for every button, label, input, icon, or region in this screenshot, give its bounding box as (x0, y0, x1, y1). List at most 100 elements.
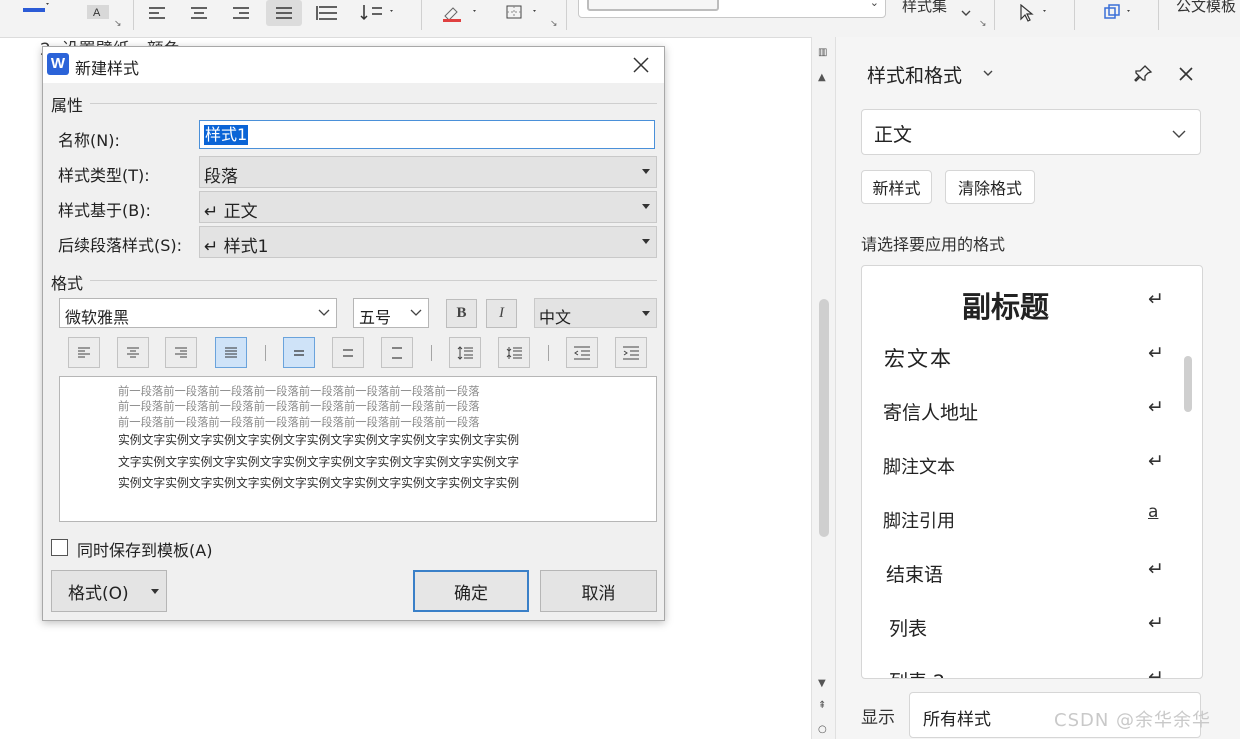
font-name-combo[interactable]: 微软雅黑 (59, 298, 337, 328)
show-label: 显示 (861, 708, 895, 728)
style-type-select[interactable]: 段落 (199, 156, 657, 188)
format-menu-button[interactable]: 格式(O) (51, 570, 167, 612)
style-set-button[interactable]: 样式集 (902, 0, 947, 16)
save-to-template-label[interactable]: 同时保存到模板(A) (77, 537, 212, 561)
style-item[interactable]: 脚注文本 (883, 453, 955, 479)
name-label: 名称(N): (58, 131, 120, 150)
styles-formatting-pane: 样式和格式 正文 新样式 清除格式 请选择要应用的格式 副标题 ↵ 宏文本 ↵ … (836, 37, 1240, 739)
based-on-select[interactable]: ↵ 正文 (199, 191, 657, 223)
align-left-button[interactable] (144, 0, 170, 26)
cancel-button[interactable]: 取消 (540, 570, 657, 612)
align-right-button[interactable] (165, 337, 197, 368)
dropdown-arrow-icon (151, 589, 159, 594)
ok-button[interactable]: 确定 (413, 570, 529, 612)
apply-format-hint: 请选择要应用的格式 (861, 235, 1006, 254)
ribbon-separator (1158, 0, 1159, 30)
previous-page-icon[interactable]: ⇞ (818, 701, 826, 711)
single-spacing-button[interactable] (283, 337, 315, 368)
italic-button[interactable]: I (486, 299, 517, 328)
justify-button[interactable] (215, 337, 247, 368)
one-half-spacing-button[interactable] (332, 337, 364, 368)
justify-button[interactable] (266, 0, 302, 26)
svg-text:A: A (93, 7, 101, 19)
distributed-align-button[interactable] (312, 0, 342, 26)
document-vertical-scrollbar[interactable]: ▥ ▲ ▼ ⇞ ○ (811, 37, 836, 739)
ribbon-separator (133, 0, 134, 30)
following-style-value: ↵ 样式1 (204, 237, 269, 257)
style-item[interactable]: 副标题 (962, 284, 1049, 326)
char-shading-button[interactable]: A (86, 0, 110, 26)
style-type-value: 段落 (204, 167, 238, 187)
borders-button[interactable] (500, 0, 546, 26)
style-name-input[interactable]: 样式1 (199, 120, 655, 149)
select-pointer-button[interactable] (1010, 0, 1056, 26)
style-item[interactable]: 寄信人地址 (883, 398, 978, 425)
select-browse-object-icon[interactable]: ○ (818, 725, 827, 735)
font-color-button[interactable] (18, 0, 52, 26)
paragraph-group-launcher-icon[interactable]: ↘ (550, 20, 559, 29)
preview-previous-paragraph-line: 前一段落前一段落前一段落前一段落前一段落前一段落前一段落前一段落 (118, 400, 480, 413)
align-center-button[interactable] (117, 337, 149, 368)
ribbon-separator (994, 0, 995, 30)
text-box-button[interactable] (1094, 0, 1140, 26)
style-list-scrollbar-thumb[interactable] (1184, 356, 1192, 412)
style-item[interactable]: 列表 2 (889, 667, 945, 678)
decrease-indent-button[interactable] (566, 337, 598, 368)
section-divider (90, 280, 657, 281)
scroll-up-arrow-icon[interactable]: ▲ (818, 73, 826, 83)
style-list[interactable]: 副标题 ↵ 宏文本 ↵ 寄信人地址 ↵ 脚注文本 ↵ 脚注引用 a 结束语 ↵ … (861, 265, 1203, 679)
paragraph-mark-icon: ↵ (1148, 666, 1164, 679)
new-style-button[interactable]: 新样式 (861, 170, 932, 204)
double-spacing-button[interactable] (381, 337, 413, 368)
increase-para-spacing-button[interactable] (449, 337, 481, 368)
align-right-button[interactable] (228, 0, 254, 26)
style-item[interactable]: 结束语 (886, 560, 943, 587)
decrease-para-spacing-button[interactable] (498, 337, 530, 368)
section-divider (90, 103, 657, 104)
text-highlight-button[interactable] (436, 0, 486, 26)
paragraph-mark-icon: ↵ (1148, 612, 1164, 634)
close-icon[interactable] (626, 51, 656, 79)
scrollbar-thumb[interactable] (819, 299, 829, 537)
dropdown-arrow-icon (642, 311, 650, 316)
increase-indent-button[interactable] (615, 337, 647, 368)
show-filter-value: 所有样式 (923, 710, 991, 730)
line-spacing-button[interactable] (356, 0, 400, 26)
ribbon-separator (566, 0, 567, 30)
official-template-button[interactable]: 公文模板 (1176, 0, 1236, 16)
current-style-value: 正文 (874, 124, 913, 146)
chevron-down-icon (1172, 127, 1186, 143)
clear-format-button[interactable]: 清除格式 (945, 170, 1035, 204)
language-select[interactable]: 中文 (534, 298, 657, 328)
style-set-dropdown-icon[interactable] (958, 0, 974, 26)
close-icon[interactable] (1173, 61, 1199, 87)
following-style-select[interactable]: ↵ 样式1 (199, 226, 657, 258)
pane-title[interactable]: 样式和格式 (867, 61, 962, 88)
save-to-template-checkbox[interactable] (51, 539, 68, 556)
ribbon-separator (1074, 0, 1075, 30)
align-center-button[interactable] (186, 0, 212, 26)
chevron-down-icon[interactable] (982, 67, 994, 79)
style-item[interactable]: 宏文本 (884, 343, 953, 373)
style-type-label: 样式类型(T): (58, 166, 150, 185)
wps-writer-logo-icon: W (47, 53, 69, 75)
align-left-button[interactable] (68, 337, 100, 368)
selected-name-text: 样式1 (204, 125, 249, 145)
font-group-launcher-icon[interactable]: ↘ (114, 20, 123, 29)
style-item[interactable]: 列表 (889, 614, 927, 641)
current-style-select[interactable]: 正文 (861, 109, 1201, 155)
preview-sample-text-line: 实例文字实例文字实例文字实例文字实例文字实例文字实例文字实例文字实例 (118, 476, 520, 490)
bold-button[interactable]: B (446, 299, 477, 328)
scroll-down-arrow-icon[interactable]: ▼ (818, 679, 826, 689)
dropdown-arrow-icon (642, 169, 650, 174)
ribbon-toolbar: A ↘ ↘ ⌄ 样式集 ↘ 公文模板 (0, 0, 1240, 38)
styles-group-launcher-icon[interactable]: ↘ (979, 20, 988, 29)
split-handle-icon[interactable]: ▥ (818, 48, 827, 58)
font-size-value: 五号 (359, 308, 392, 327)
gallery-expand-icon[interactable]: ⌄ (870, 0, 879, 9)
preview-previous-paragraph-line: 前一段落前一段落前一段落前一段落前一段落前一段落前一段落前一段落 (118, 416, 480, 429)
quick-styles-gallery[interactable]: ⌄ (578, 0, 886, 18)
style-item[interactable]: 脚注引用 (883, 507, 955, 533)
pin-icon[interactable] (1130, 61, 1156, 87)
font-size-combo[interactable]: 五号 (353, 298, 429, 328)
